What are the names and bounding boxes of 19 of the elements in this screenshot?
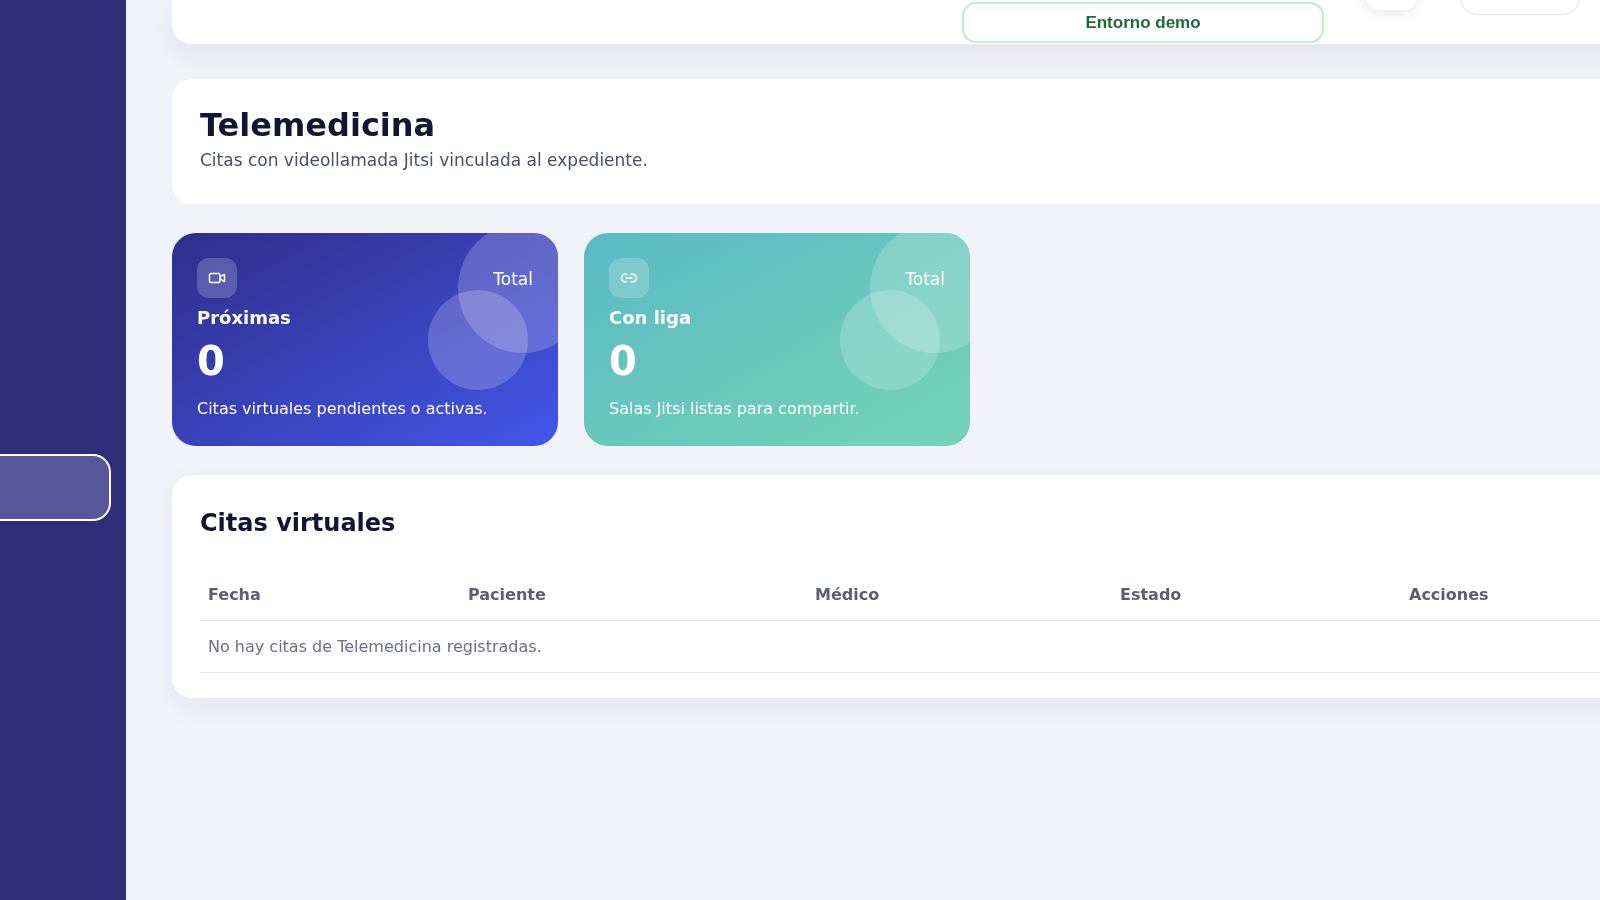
column-header: Acciones	[1408, 583, 1490, 606]
stat-caption: Salas Jitsi listas para compartir.	[609, 398, 860, 420]
stat-label: Con liga	[609, 306, 692, 330]
stat-value: 0	[197, 337, 225, 386]
section-title: Citas virtuales	[200, 508, 397, 539]
stat-tag: Total	[493, 267, 533, 293]
page-title: Telemedicina	[200, 105, 437, 145]
sidebar-item[interactable]	[0, 454, 111, 521]
column-header: Estado	[1119, 583, 1183, 606]
empty-message: No hay citas de Telemedicina registradas.	[207, 635, 543, 658]
stat-caption: Citas virtuales pendientes o activas.	[197, 398, 488, 420]
demo-badge: Entorno demo	[962, 2, 1324, 43]
column-header: Médico	[814, 583, 881, 606]
column-header: Paciente	[467, 583, 547, 606]
stat-label: Próximas	[197, 306, 291, 330]
column-header: Fecha	[207, 583, 262, 606]
stat-value: 0	[609, 337, 637, 386]
page-subtitle: Citas con videollamada Jitsi vinculada al expediente.	[200, 149, 649, 172]
stat-tag: Total	[905, 267, 945, 293]
